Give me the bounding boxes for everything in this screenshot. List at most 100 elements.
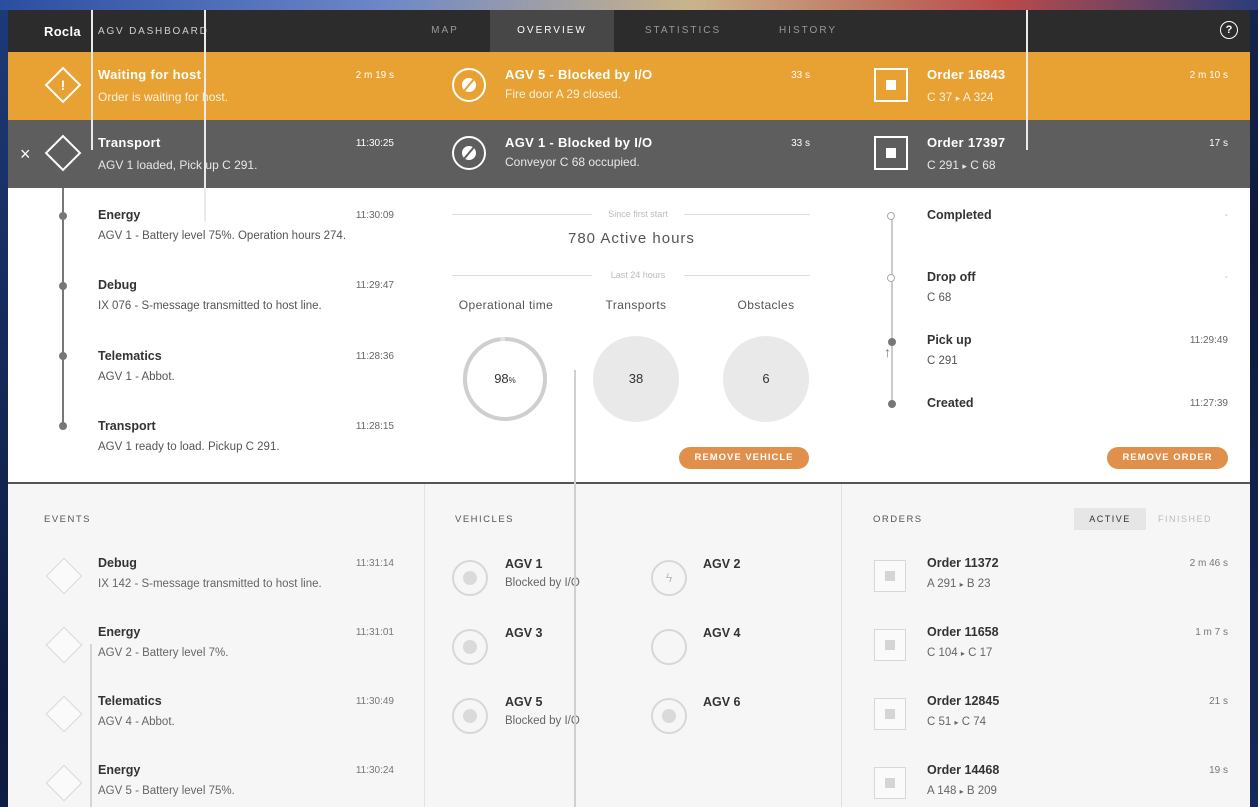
blocked-vehicle-icon (452, 560, 488, 596)
event-subtitle: AGV 5 - Battery level 75%. (98, 785, 235, 797)
order-time: 19 s (1209, 765, 1228, 776)
event-alert-time: 2 m 19 s (355, 70, 394, 81)
detail-event-title: Transport (98, 419, 156, 433)
event-subtitle: IX 142 - S-message transmitted to host l… (98, 578, 322, 590)
timeline-dot (59, 352, 67, 360)
diamond-icon (45, 557, 83, 595)
event-time: 11:31:14 (355, 558, 394, 569)
event-subtitle: AGV 2 - Battery level 7%. (98, 647, 229, 659)
order-time: 21 s (1209, 696, 1228, 707)
vehicle-name: AGV 6 (703, 695, 741, 709)
close-icon[interactable]: × (20, 144, 31, 165)
column-divider (841, 484, 842, 807)
timeline-step-done (888, 400, 896, 408)
orders-heading: ORDERS (873, 514, 923, 525)
tab-history[interactable]: HISTORY (756, 10, 860, 52)
top-bar: Rocla AGV DASHBOARD MAP OVERVIEW STATIST… (8, 10, 1250, 52)
selected-event-subtitle: AGV 1 loaded, Pick up C 291. (98, 158, 258, 172)
order-square-icon (874, 68, 908, 102)
selected-event-title: Transport (98, 135, 161, 150)
order-step-time: - (1224, 272, 1228, 283)
lists-area: EVENTS Debug IX 142 - S-message transmit… (8, 484, 1250, 807)
detail-area: Energy AGV 1 - Battery level 75%. Operat… (8, 188, 1250, 482)
annotation-line (91, 10, 93, 150)
order-step-title: Drop off (927, 270, 976, 284)
decorative-line (90, 644, 92, 807)
timeline-dot (59, 212, 67, 220)
tab-map[interactable]: MAP (400, 10, 490, 52)
vehicle-status: Blocked by I/O (505, 577, 580, 589)
diamond-icon (44, 134, 82, 172)
vehicle-idle-icon (651, 629, 687, 665)
timeline-dot (59, 282, 67, 290)
column-divider (424, 484, 425, 807)
divider (452, 214, 592, 215)
event-alert-title: Waiting for host (98, 67, 202, 82)
order-square-icon (874, 698, 906, 730)
order-step-location: C 68 (927, 292, 952, 304)
detail-event-title: Energy (98, 208, 141, 222)
detail-event-subtitle: AGV 1 - Abbot. (98, 371, 175, 383)
filter-active-toggle[interactable]: ACTIVE (1074, 508, 1146, 530)
vehicles-heading: VEHICLES (455, 514, 514, 525)
order-square-icon (874, 136, 908, 170)
events-heading: EVENTS (44, 514, 92, 525)
order-step-time: 11:27:39 (1189, 398, 1228, 409)
order-step-title: Pick up (927, 333, 972, 347)
remove-order-button[interactable]: REMOVE ORDER (1107, 447, 1228, 469)
event-title: Debug (98, 556, 137, 570)
divider (684, 214, 810, 215)
detail-event-subtitle: IX 076 - S-message transmitted to host l… (98, 300, 322, 312)
order-square-icon (874, 767, 906, 799)
vehicle-status-icon (651, 698, 687, 734)
vehicle-status-icon (452, 629, 488, 665)
diamond-icon (45, 626, 83, 664)
detail-event-title: Debug (98, 278, 137, 292)
detail-event-subtitle: AGV 1 ready to load. Pickup C 291. (98, 441, 280, 453)
alert-row-selected[interactable]: × Transport AGV 1 loaded, Pick up C 291.… (8, 120, 1250, 188)
diamond-icon (45, 764, 83, 802)
diamond-icon (45, 695, 83, 733)
operational-time-value: 98% (494, 371, 516, 386)
timeline-step-pending (887, 274, 895, 282)
tab-overview[interactable]: OVERVIEW (490, 10, 614, 52)
event-title: Energy (98, 625, 141, 639)
filter-finished-toggle[interactable]: FINISHED (1148, 508, 1222, 530)
event-subtitle: AGV 4 - Abbot. (98, 716, 175, 728)
charging-icon: ϟ (651, 560, 687, 596)
order-step-title: Completed (927, 208, 992, 222)
tab-statistics[interactable]: STATISTICS (618, 10, 748, 52)
order-step-title: Created (927, 396, 974, 410)
vehicle-alert-time: 33 s (791, 70, 810, 81)
order-timeline-line (891, 216, 893, 406)
annotation-line (1026, 10, 1028, 150)
vehicle-name: AGV 4 (703, 626, 741, 640)
vehicle-name: AGV 5 (505, 695, 543, 709)
order-step-time: - (1224, 210, 1228, 221)
order-title: Order 12845 (927, 694, 1000, 708)
event-title: Energy (98, 763, 141, 777)
remove-vehicle-button[interactable]: REMOVE VEHICLE (679, 447, 809, 469)
selected-vehicle-title: AGV 1 - Blocked by I/O (505, 135, 653, 150)
event-time: 11:30:49 (355, 696, 394, 707)
order-alert-title: Order 16843 (927, 67, 1006, 82)
help-icon[interactable]: ? (1220, 21, 1238, 39)
selected-vehicle-subtitle: Conveyor C 68 occupied. (505, 155, 640, 169)
alert-row-warning[interactable]: ! Waiting for host Order is waiting for … (8, 52, 1250, 120)
event-time: 11:30:24 (355, 765, 394, 776)
selected-order-route: C 291 ▸ C 68 (927, 158, 996, 172)
blocked-vehicle-icon (452, 136, 486, 170)
warning-diamond-icon: ! (44, 66, 82, 104)
order-square-icon (874, 629, 906, 661)
detail-event-time: 11:29:47 (355, 280, 394, 291)
detail-event-subtitle: AGV 1 - Battery level 75%. Operation hou… (98, 230, 347, 242)
timeline-step-pending (887, 212, 895, 220)
order-step-location: C 291 (927, 355, 958, 367)
obstacles-value: 6 (723, 336, 809, 422)
selected-order-title: Order 17397 (927, 135, 1006, 150)
operational-time-label: Operational time (458, 298, 554, 312)
order-time: 1 m 7 s (1195, 627, 1228, 638)
order-route: C 51 ▸ C 74 (927, 716, 987, 728)
timeline-dot (59, 422, 67, 430)
last-24-hours-label: Last 24 hours (610, 270, 666, 280)
